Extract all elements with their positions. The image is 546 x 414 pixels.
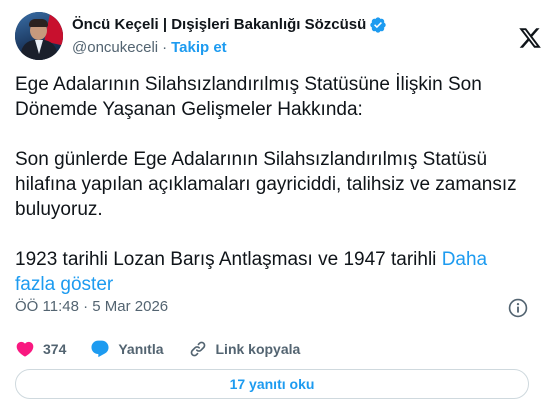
tweet-paragraph-2: Son günlerde Ege Adalarının Silahsızland…	[15, 149, 517, 220]
name-row: Öncü Keçeli | Dışişleri Bakanlığı Sözcüs…	[72, 15, 387, 35]
copy-link-button[interactable]: Link kopyala	[188, 339, 301, 359]
follow-button[interactable]: Takip et	[171, 38, 227, 58]
tweet-paragraph-1: Ege Adalarının Silahsızlandırılmış Statü…	[15, 74, 482, 120]
info-icon[interactable]	[507, 297, 529, 319]
x-logo-icon[interactable]	[518, 26, 542, 50]
tweet-paragraph-3-text: 1923 tarihli Lozan Barış Antlaşması ve 1…	[15, 249, 442, 270]
reply-button[interactable]: Yanıtla	[90, 339, 164, 359]
user-handle[interactable]: @oncukeceli	[72, 38, 158, 58]
heart-icon	[16, 341, 34, 357]
link-icon	[190, 341, 205, 357]
tweet-text: Ege Adalarının Silahsızlandırılmış Statü…	[15, 72, 529, 297]
tweet-card: Öncü Keçeli | Dışişleri Bakanlığı Sözcüs…	[0, 0, 546, 414]
reply-bubble-icon	[91, 340, 109, 358]
tweet-paragraph-3: 1923 tarihli Lozan Barış Antlaşması ve 1…	[15, 247, 529, 297]
avatar[interactable]	[15, 12, 63, 60]
separator-dot: ·	[162, 39, 168, 56]
like-button[interactable]: 374	[15, 339, 66, 359]
display-name[interactable]: Öncü Keçeli | Dışişleri Bakanlığı Sözcüs…	[72, 15, 366, 35]
action-bar: 374 Yanıtla Link kopyala	[15, 337, 531, 361]
tweet-timestamp[interactable]: ÖÖ 11:48 · 5 Mar 2026	[15, 297, 168, 317]
like-count: 374	[43, 341, 67, 357]
copy-link-label: Link kopyala	[215, 341, 301, 357]
handle-row: @oncukeceli · Takip et	[72, 38, 227, 58]
verified-badge-icon	[370, 17, 386, 33]
reply-label: Yanıtla	[118, 341, 164, 357]
tweet-header: Öncü Keçeli | Dışişleri Bakanlığı Sözcüs…	[15, 12, 541, 62]
read-replies-button[interactable]: 17 yanıtı oku	[15, 369, 529, 399]
